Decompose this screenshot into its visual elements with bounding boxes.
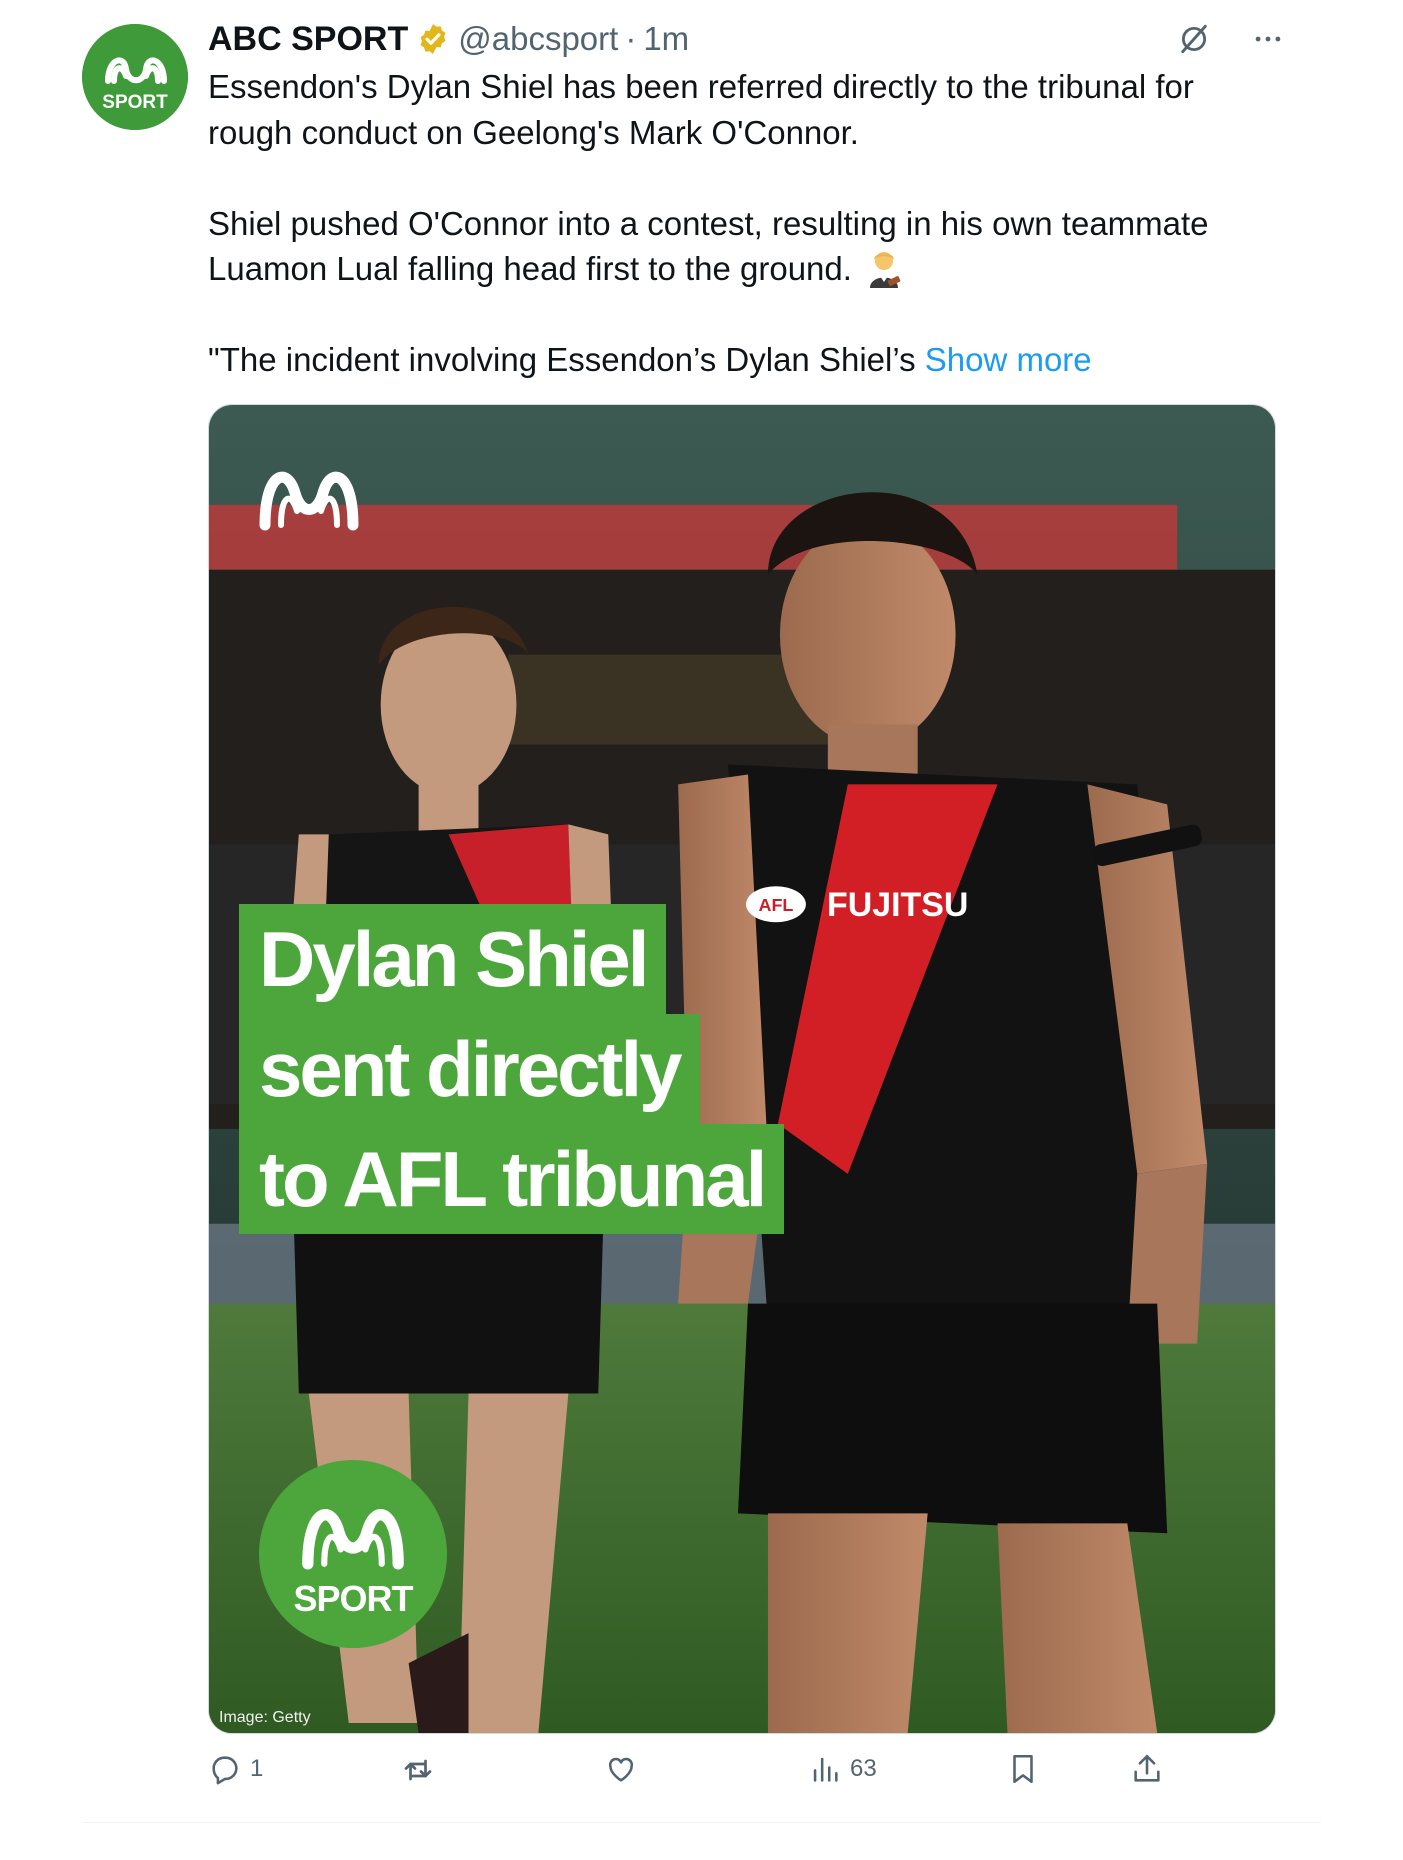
author-display-name[interactable]: ABC SPORT [208, 20, 408, 59]
author-handle[interactable]: @abcsport [458, 20, 618, 58]
view-count: 63 [850, 1755, 877, 1782]
tweet-line-text: "The incident involving Essendon’s Dylan… [208, 341, 916, 378]
tweet-text: Essendon's Dylan Shiel has been referred… [208, 64, 1298, 383]
image-credit: Image: Getty [219, 1709, 311, 1726]
views-icon [813, 1757, 838, 1782]
jersey-sponsor-text: FUJITSU [827, 886, 968, 924]
abc-logo-icon [302, 1509, 404, 1570]
avatar-sport-text: SPORT [102, 92, 168, 113]
header-actions [1177, 22, 1285, 56]
reply-button[interactable]: 1 [208, 1752, 263, 1786]
headline-overlay: Dylan Shiel sent directly to AFL tribuna… [239, 904, 785, 1234]
tweet-header: ABC SPORT @abcsport · 1m [208, 18, 689, 60]
headline-line: Dylan Shiel [239, 904, 667, 1014]
verified-badge-icon[interactable] [416, 22, 450, 56]
badge-sport-text: SPORT [293, 1578, 413, 1619]
tweet-line: Shiel pushed O'Connor into a contest, re… [208, 204, 1209, 242]
headline-line: sent directly [239, 1014, 700, 1124]
reply-count: 1 [250, 1755, 264, 1782]
tweet-media-image[interactable]: AFL FUJITSU Dylan Shiel sent directly to… [208, 404, 1276, 1734]
repost-icon [404, 1759, 432, 1781]
share-button[interactable] [1130, 1752, 1164, 1786]
more-icon[interactable] [1251, 22, 1285, 56]
tweet-line: Essendon's Dylan Shiel has been referred… [208, 68, 1194, 105]
tweet-line: Luamon Lual falling head first to the gr… [208, 246, 1298, 292]
grok-icon[interactable] [1177, 22, 1211, 56]
like-button[interactable] [604, 1752, 646, 1786]
abc-sport-logo: SPORT [82, 24, 188, 130]
judge-emoji-icon [869, 252, 901, 288]
like-icon [608, 1757, 634, 1782]
headline-line: to AFL tribunal [239, 1124, 785, 1234]
bookmark-button[interactable] [1006, 1752, 1040, 1786]
views-button[interactable]: 63 [808, 1752, 877, 1786]
tweet-divider [82, 1822, 1321, 1823]
share-icon [1134, 1754, 1160, 1782]
author-avatar[interactable]: SPORT [82, 24, 188, 130]
header-separator: · [625, 20, 637, 57]
bookmark-icon [1013, 1754, 1033, 1784]
tweet-action-bar: 1 63 [208, 1752, 1168, 1796]
abc-sport-badge: SPORT [259, 1460, 447, 1648]
reply-icon [212, 1756, 238, 1785]
tweet-line-text: Luamon Lual falling head first to the gr… [208, 250, 852, 287]
tweet-line: rough conduct on Geelong's Mark O'Connor… [208, 113, 859, 151]
repost-button[interactable] [400, 1752, 444, 1788]
abc-logo-icon [259, 471, 359, 531]
tweet-line: "The incident involving Essendon’s Dylan… [208, 337, 1298, 383]
tweet-timestamp[interactable]: 1m [643, 20, 689, 58]
show-more-link[interactable]: Show more [925, 341, 1092, 378]
